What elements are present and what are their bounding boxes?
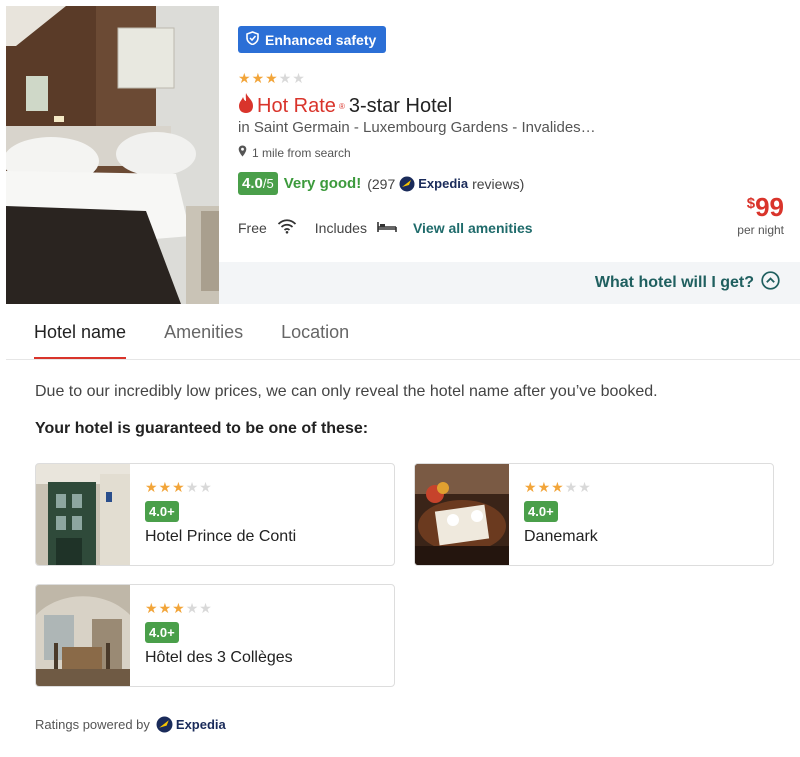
ratings-attribution: Ratings powered by Expedia [35, 716, 226, 733]
star-icon: ★ [158, 479, 172, 495]
tab-hotel-name[interactable]: Hotel name [34, 304, 127, 359]
distance-text: 1 mile from search [252, 145, 351, 160]
detail-tabs: Hotel name Amenities Location [6, 304, 800, 360]
star-rating: ★ ★ ★ ★ ★ [238, 71, 305, 85]
hotel-option-card[interactable]: ★ ★ ★ ★ ★ 4.0+ Danemark [414, 463, 774, 566]
star-icon: ★ [551, 479, 564, 495]
expedia-icon [399, 176, 415, 191]
hotel-option-name: Danemark [524, 528, 598, 545]
map-pin-icon [238, 145, 247, 160]
hotel-listing-card: Enhanced safety ★ ★ ★ ★ ★ Hot Rate ® 3-st… [6, 6, 800, 757]
wifi-icon [277, 218, 297, 237]
star-icon: ★ [199, 600, 212, 616]
hotel-option-card[interactable]: ★ ★ ★ ★ ★ 4.0+ Hotel Prince de Conti [35, 463, 395, 566]
price-block: $99 per night [737, 192, 784, 237]
star-icon: ★ [578, 479, 591, 495]
hotel-option-score: 4.0+ [524, 501, 558, 522]
price-unit: per night [737, 223, 784, 237]
nightly-price: $99 [737, 192, 784, 223]
enhanced-safety-badge[interactable]: Enhanced safety [238, 26, 387, 53]
price-amount: 99 [755, 192, 784, 222]
neighborhood-text: in Saint Germain - Luxembourg Gardens - … [238, 119, 596, 136]
star-icon: ★ [145, 600, 158, 616]
hotel-option-score: 4.0+ [145, 501, 179, 522]
hotel-option-score: 4.0+ [145, 622, 179, 643]
hotel-option-photo [36, 464, 130, 565]
star-icon: ★ [185, 600, 199, 616]
view-all-amenities-link[interactable]: View all amenities [413, 220, 533, 236]
listing-info: Enhanced safety ★ ★ ★ ★ ★ Hot Rate ® 3-st… [219, 6, 800, 304]
expedia-wordmark: Expedia [418, 176, 469, 191]
star-icon: ★ [265, 70, 278, 86]
star-icon: ★ [238, 70, 251, 86]
review-count-number: (297 [367, 175, 396, 192]
star-icon: ★ [199, 479, 212, 495]
amenities-row: Free Includes View all amenities [238, 218, 533, 237]
listing-summary: Enhanced safety ★ ★ ★ ★ ★ Hot Rate ® 3-st… [6, 6, 800, 304]
chevron-up-icon [761, 271, 780, 295]
hotel-option-name: Hôtel des 3 Collèges [145, 649, 293, 666]
star-icon: ★ [172, 479, 185, 495]
rating-score: 4.0 [242, 175, 263, 192]
enhanced-safety-label: Enhanced safety [265, 31, 377, 48]
expedia-logo: Expedia [156, 716, 226, 733]
star-icon: ★ [158, 600, 172, 616]
hotel-option-card[interactable]: ★ ★ ★ ★ ★ 4.0+ Hôtel des 3 Collèges [35, 584, 395, 687]
star-icon: ★ [278, 70, 292, 86]
distance-info: 1 mile from search [238, 145, 351, 160]
rating-text: Very good! [283, 175, 362, 192]
hotel-option-photo [36, 585, 130, 686]
hot-rate-label: Hot Rate [257, 94, 336, 117]
listing-title: Hot Rate ® 3-star Hotel [238, 92, 452, 120]
rating-score-badge: 4.0/5 [238, 172, 278, 195]
registered-mark: ® [338, 101, 345, 111]
star-icon: ★ [251, 70, 265, 86]
rating-scale: /5 [262, 176, 274, 191]
star-icon: ★ [185, 479, 199, 495]
hotel-option-name: Hotel Prince de Conti [145, 528, 297, 545]
hotel-option-photo [415, 464, 509, 565]
hot-rate: Hot Rate ® [238, 92, 345, 120]
powered-by-label: Ratings powered by [35, 717, 150, 732]
flame-icon [238, 92, 254, 120]
expedia-logo: Expedia [399, 176, 468, 192]
shield-icon [246, 31, 259, 48]
tab-amenities[interactable]: Amenities [164, 304, 243, 359]
expedia-icon [156, 716, 173, 733]
hotel-option-stars: ★ ★ ★ ★ ★ [524, 480, 591, 494]
hotel-option-stars: ★ ★ ★ ★ ★ [145, 601, 212, 615]
star-icon: ★ [564, 479, 578, 495]
star-icon: ★ [537, 479, 551, 495]
guest-rating: 4.0/5 Very good! (297 Expedia reviews) [238, 172, 524, 195]
star-icon: ★ [145, 479, 158, 495]
hotel-room-photo[interactable] [6, 6, 219, 304]
review-count[interactable]: (297 Expedia reviews) [367, 176, 524, 192]
what-hotel-label: What hotel will I get? [594, 274, 754, 291]
expedia-wordmark: Expedia [175, 717, 226, 732]
reviews-label: reviews) [472, 175, 525, 192]
what-hotel-toggle[interactable]: What hotel will I get? [219, 262, 800, 304]
currency-symbol: $ [746, 195, 756, 212]
hotel-class-title: 3-star Hotel [348, 94, 453, 117]
amenity-includes-label: Includes [314, 219, 367, 236]
tab-location[interactable]: Location [281, 304, 349, 359]
reveal-description: Due to our incredibly low prices, we can… [35, 383, 658, 400]
amenity-free-label: Free [238, 219, 267, 236]
guarantee-heading: Your hotel is guaranteed to be one of th… [35, 420, 369, 437]
hotel-option-stars: ★ ★ ★ ★ ★ [145, 480, 212, 494]
star-icon: ★ [292, 70, 305, 86]
star-icon: ★ [172, 600, 185, 616]
bed-icon [377, 220, 397, 236]
star-icon: ★ [524, 479, 537, 495]
